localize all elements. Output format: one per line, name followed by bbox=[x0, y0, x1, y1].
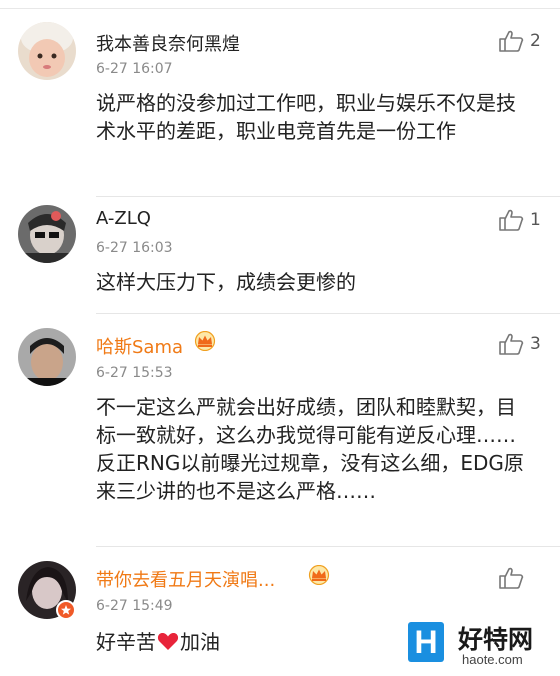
avatar[interactable] bbox=[18, 205, 76, 263]
watermark-name: 好特网 bbox=[458, 625, 534, 654]
timestamp: 6-27 16:07 bbox=[96, 61, 173, 77]
timestamp: 6-27 16:03 bbox=[96, 240, 173, 256]
comment-text-part: 加油 bbox=[180, 630, 220, 654]
comment-divider bbox=[96, 196, 560, 197]
vip-crown-icon bbox=[308, 565, 330, 585]
thumbs-up-icon[interactable] bbox=[498, 566, 524, 590]
timestamp: 6-27 15:49 bbox=[96, 598, 173, 614]
like-count: 2 bbox=[530, 31, 541, 51]
watermark-url: haote.com bbox=[462, 652, 523, 667]
avatar[interactable] bbox=[18, 328, 76, 386]
thumbs-up-icon[interactable] bbox=[498, 332, 524, 356]
thumbs-up-icon[interactable] bbox=[498, 29, 524, 53]
watermark-logo: H bbox=[408, 622, 444, 662]
heart-icon bbox=[157, 633, 179, 650]
comment-divider bbox=[96, 546, 560, 547]
like-count: 3 bbox=[530, 334, 541, 354]
avatar[interactable] bbox=[18, 22, 76, 80]
timestamp: 6-27 15:53 bbox=[96, 365, 173, 381]
comment-divider bbox=[96, 313, 560, 314]
like-count: 1 bbox=[530, 210, 541, 230]
thumbs-up-icon[interactable] bbox=[498, 208, 524, 232]
comment-text: 不一定这么严就会出好成绩，团队和睦默契，目标一致就好，这么办我觉得可能有逆反心理… bbox=[96, 395, 524, 503]
comment-text: 说严格的没参加过工作吧，职业与娱乐不仅是技术水平的差距，职业电竞首先是一份工作 bbox=[96, 91, 516, 143]
username[interactable]: 带你去看五月天演唱... bbox=[96, 566, 275, 592]
username[interactable]: A-ZLQ bbox=[96, 208, 151, 229]
site-watermark: H 好特网 haote.com bbox=[408, 618, 558, 670]
comment-text: 这样大压力下，成绩会更惨的 bbox=[96, 270, 356, 294]
username[interactable]: 哈斯Sama bbox=[96, 333, 183, 359]
vip-crown-icon bbox=[194, 331, 216, 351]
username[interactable]: 我本善良奈何黑煌 bbox=[96, 30, 240, 56]
vip-badge-icon bbox=[56, 600, 76, 620]
comment-text-part: 好辛苦 bbox=[96, 630, 156, 654]
top-separator bbox=[0, 0, 560, 9]
